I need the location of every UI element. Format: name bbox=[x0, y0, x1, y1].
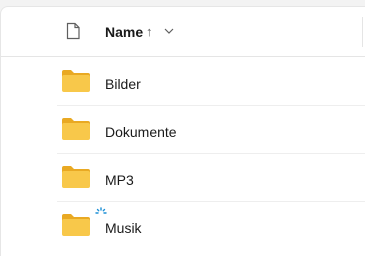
name-column-header[interactable]: Name bbox=[105, 23, 143, 41]
sort-ascending-icon[interactable]: ↑ bbox=[146, 23, 153, 41]
busy-cursor-icon bbox=[95, 206, 107, 218]
folder-icon bbox=[61, 69, 91, 93]
chevron-down-icon[interactable] bbox=[163, 24, 175, 36]
file-icon bbox=[65, 22, 81, 40]
column-divider[interactable] bbox=[362, 17, 363, 47]
column-header: Name ↑ bbox=[1, 7, 365, 57]
folder-name: Dokumente bbox=[105, 124, 177, 140]
folder-row-dokumente[interactable]: Dokumente bbox=[1, 106, 365, 154]
folder-icon bbox=[61, 213, 91, 237]
folder-row-musik[interactable]: Musik bbox=[1, 202, 365, 250]
file-list-panel: Name ↑ Bilder Dokumente MP3 Musik bbox=[0, 6, 365, 256]
folder-icon bbox=[61, 165, 91, 189]
folder-name: Bilder bbox=[105, 76, 141, 92]
folder-row-bilder[interactable]: Bilder bbox=[1, 58, 365, 106]
folder-icon bbox=[61, 117, 91, 141]
folder-name: Musik bbox=[105, 220, 142, 236]
folder-row-mp3[interactable]: MP3 bbox=[1, 154, 365, 202]
folder-name: MP3 bbox=[105, 172, 134, 188]
